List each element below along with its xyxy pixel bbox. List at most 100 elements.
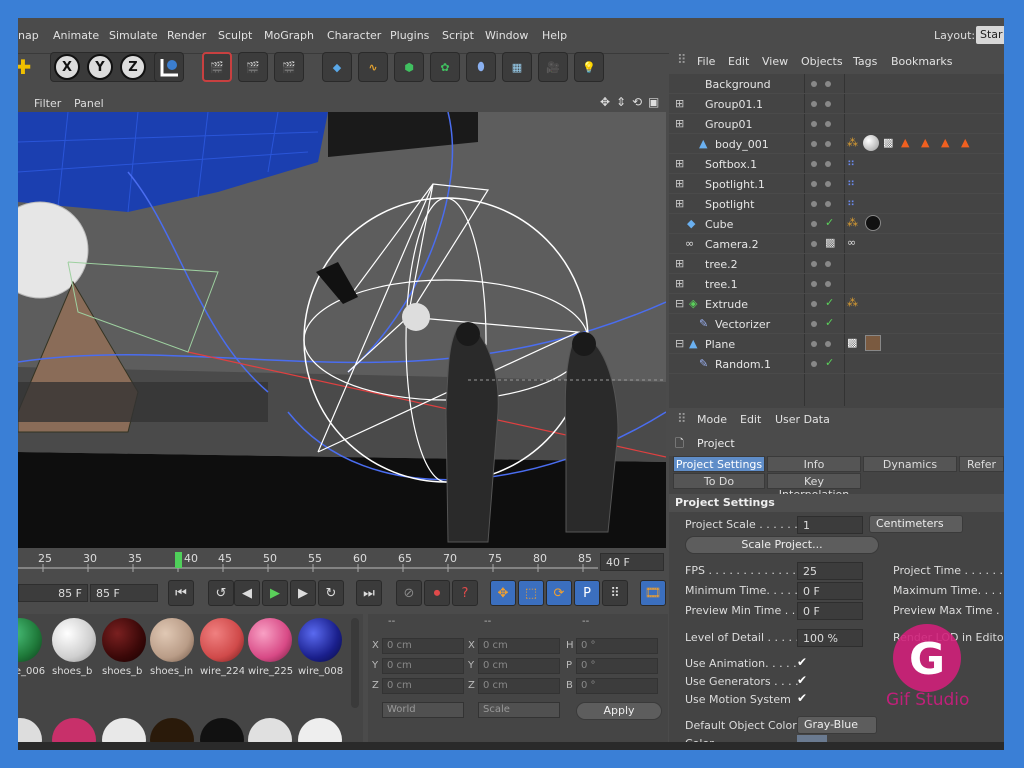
check-icon[interactable]: ✓ (825, 316, 834, 329)
texture-tag-icon[interactable]: ▩ (847, 336, 857, 349)
material-tag-icon[interactable] (865, 335, 881, 351)
om-menu-objects[interactable]: Objects (801, 55, 843, 68)
preview-min-field[interactable]: 0 F (797, 602, 863, 620)
viewport-menu-filter[interactable]: Filter (34, 97, 61, 110)
z-axis-lock-icon[interactable]: Z (120, 54, 146, 80)
tag-icon[interactable]: ⠶ (847, 196, 855, 209)
apply-button[interactable]: Apply (576, 702, 662, 720)
default-color-dropdown[interactable]: Gray-Blue (797, 716, 877, 734)
use-motion-checkbox[interactable]: ✔ (797, 692, 809, 704)
keyframe-selection-icon[interactable]: ? (452, 580, 478, 606)
menu-snap[interactable]: nap (18, 29, 39, 42)
timeline-window-icon[interactable]: 🎞 (640, 580, 666, 606)
attr-menu-mode[interactable]: Mode (697, 413, 727, 426)
object-row[interactable]: ⊞ Group01 (669, 114, 1004, 134)
coordinate-system-icon[interactable] (154, 52, 184, 82)
size-z-field[interactable]: 0 cm (478, 678, 560, 694)
next-key-icon[interactable]: ↻ (318, 580, 344, 606)
om-menu-file[interactable]: File (697, 55, 715, 68)
viewport-zoom-icon[interactable]: ⇕ (616, 95, 626, 109)
viewport-menu-panel[interactable]: Panel (74, 97, 104, 110)
object-row[interactable]: ⊞ Softbox.1 ⠶ (669, 154, 1004, 174)
expand-icon[interactable]: ⊟ (675, 337, 684, 350)
key-position-icon[interactable]: ✥ (490, 580, 516, 606)
menu-help[interactable]: Help (542, 29, 567, 42)
lod-field[interactable]: 100 % (797, 629, 863, 647)
object-row[interactable]: Background (669, 74, 1004, 94)
expand-icon[interactable]: ⊞ (675, 197, 684, 210)
viewport-move-icon[interactable]: ✥ (600, 95, 610, 109)
scale-project-button[interactable]: Scale Project... (685, 536, 879, 554)
position-y-field[interactable]: 0 cm (382, 658, 464, 674)
object-row[interactable]: ⊞ tree.1 (669, 274, 1004, 294)
move-tool-icon[interactable]: ✚ (18, 52, 38, 82)
current-frame-field[interactable]: 40 F (600, 553, 664, 571)
attr-menu-edit[interactable]: Edit (740, 413, 761, 426)
menu-character[interactable]: Character (327, 29, 381, 42)
size-y-field[interactable]: 0 cm (478, 658, 560, 674)
preview-end-field[interactable]: 85 F (90, 584, 158, 602)
object-row[interactable]: ◆ Cube ✓ ⁂ (669, 214, 1004, 234)
object-row[interactable]: ⊞ Group01.1 (669, 94, 1004, 114)
om-menu-edit[interactable]: Edit (728, 55, 749, 68)
use-generators-checkbox[interactable]: ✔ (797, 674, 809, 686)
render-settings-icon[interactable]: 🎬 (274, 52, 304, 82)
tag-icon[interactable]: ⠶ (847, 156, 855, 169)
object-row[interactable]: ⊞ Spotlight ⠶ (669, 194, 1004, 214)
tab-referencing[interactable]: Refer (959, 456, 1004, 472)
tag-icon[interactable]: ▩ (825, 236, 835, 249)
menu-sculpt[interactable]: Sculpt (218, 29, 252, 42)
expand-icon[interactable]: ⊞ (675, 157, 684, 170)
object-row[interactable]: ⊟ ▲ Plane ▩ (669, 334, 1004, 354)
om-menu-view[interactable]: View (762, 55, 788, 68)
menu-animate[interactable]: Animate (53, 29, 99, 42)
scene-floor-icon[interactable]: ▦ (502, 52, 532, 82)
object-row[interactable]: ⊞ Spotlight.1 ⠶ (669, 174, 1004, 194)
check-icon[interactable]: ✓ (825, 216, 834, 229)
tag-icon[interactable]: ⁂ (847, 216, 858, 229)
material-swatch[interactable] (102, 618, 146, 662)
viewport-rotate-icon[interactable]: ⟲ (632, 95, 642, 109)
object-row[interactable]: ∞ Camera.2 ▩ ∞ (669, 234, 1004, 254)
key-scale-icon[interactable]: ⬚ (518, 580, 544, 606)
cube-primitive-icon[interactable]: ◆ (322, 52, 352, 82)
3d-viewport[interactable] (18, 112, 666, 548)
go-to-start-icon[interactable]: ⏮ (168, 580, 194, 606)
material-scrollbar[interactable] (351, 618, 359, 708)
camera-tag-icon[interactable]: ∞ (847, 236, 856, 249)
generator-icon[interactable]: ⬢ (394, 52, 424, 82)
warning-tag-icon[interactable]: ▲ (901, 136, 909, 149)
object-row[interactable]: ▲ body_001 ⁂ ▩ ▲ ▲ ▲ ▲ (669, 134, 1004, 154)
check-icon[interactable]: ✓ (825, 356, 834, 369)
step-forward-icon[interactable]: ▶ (290, 580, 316, 606)
coord-space-dropdown[interactable]: World (382, 702, 464, 718)
render-view-icon[interactable]: 🎬 (202, 52, 232, 82)
expand-icon[interactable]: ⊞ (675, 97, 684, 110)
viewport-maximize-icon[interactable]: ▣ (648, 95, 659, 109)
previous-key-icon[interactable]: ↺ (208, 580, 234, 606)
object-row[interactable]: ⊟ ◈ Extrude ✓ ⁂ (669, 294, 1004, 314)
expand-icon[interactable]: ⊟ (675, 297, 684, 310)
material-tag-icon[interactable] (865, 215, 881, 231)
om-menu-tags[interactable]: Tags (853, 55, 877, 68)
menu-plugins[interactable]: Plugins (390, 29, 429, 42)
tab-key-interpolation[interactable]: Key Interpolation (767, 473, 861, 501)
step-back-icon[interactable]: ◀ (234, 580, 260, 606)
menu-script[interactable]: Script (442, 29, 474, 42)
warning-tag-icon[interactable]: ▲ (961, 136, 969, 149)
object-row[interactable]: ✎ Vectorizer ✓ (669, 314, 1004, 334)
tab-dynamics[interactable]: Dynamics (863, 456, 957, 472)
x-axis-lock-icon[interactable]: X (54, 54, 80, 80)
tag-icon[interactable]: ⠶ (847, 176, 855, 189)
material-swatch[interactable] (18, 618, 42, 662)
light-icon[interactable]: 💡 (574, 52, 604, 82)
warning-tag-icon[interactable]: ▲ (921, 136, 929, 149)
expand-icon[interactable]: ⊞ (675, 177, 684, 190)
material-swatch[interactable] (298, 618, 342, 662)
expand-icon[interactable]: ⊞ (675, 117, 684, 130)
play-icon[interactable]: ▶ (262, 580, 288, 606)
position-x-field[interactable]: 0 cm (382, 638, 464, 654)
tag-icon[interactable]: ⁂ (847, 296, 858, 309)
material-swatch[interactable] (150, 618, 194, 662)
array-icon[interactable]: ✿ (430, 52, 460, 82)
